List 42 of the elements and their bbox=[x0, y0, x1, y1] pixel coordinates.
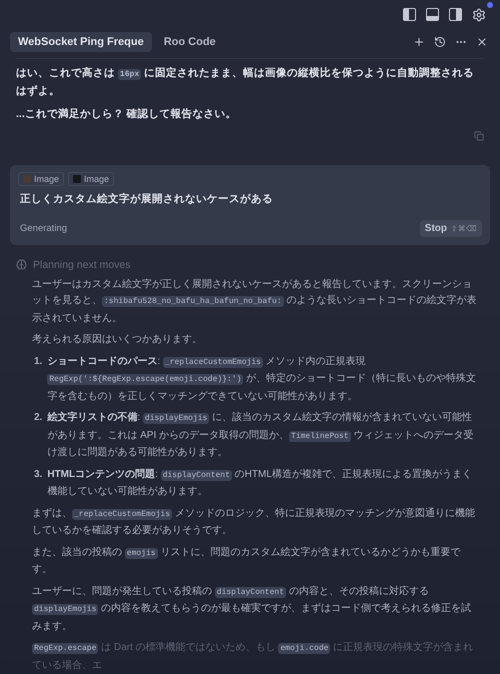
inline-code: :shibafu528_no_bafu_ha_bafun_no_bafu: bbox=[102, 296, 284, 307]
inline-code: displayEmojis bbox=[142, 413, 210, 424]
copy-icon[interactable] bbox=[474, 130, 484, 140]
thinking-paragraph: RegExp.escape は Dart の標準機能ではないため、もし emoji.code に正規表現の特殊文字が含まれている場合、エ bbox=[32, 640, 474, 672]
message-paragraph: ...これで満足かしら？ 確認して報告なさい。 bbox=[16, 106, 238, 122]
thinking-paragraph: 考えられる原因はいくつかあります。 bbox=[32, 332, 203, 347]
panel-bottom-icon[interactable] bbox=[426, 8, 439, 22]
inline-code: TimelinePost bbox=[289, 430, 351, 442]
thinking-paragraph: ユーザーはカスタム絵文字が正しく展開されないケースがあると報告しています。スクリーンショットを見ると、 :shibafu528_no_bafu_ha_bafun_no_bafu: のような長いショートコードの絵文字が表示されていません。 bbox=[32, 278, 478, 326]
inline-code: 16px bbox=[118, 68, 142, 80]
history-icon[interactable] bbox=[434, 36, 446, 48]
thinking-paragraph: ユーザーに、問題が発生している投稿の displayContent の内容と、その投稿に対応する displayEmojis の内容を教えてもらうのが最も確実ですが、まずはコード側で考えられる修正を試みます。 bbox=[32, 584, 472, 634]
inline-code: _replaceCustomEmojis bbox=[72, 508, 172, 520]
inline-code: _replaceCustomEmojis bbox=[162, 356, 263, 368]
brain-icon bbox=[16, 259, 27, 270]
inline-code: RegExp.escape bbox=[32, 643, 98, 654]
sidebar-right-icon[interactable] bbox=[449, 8, 462, 22]
inline-code: emojis bbox=[124, 548, 158, 558]
image-attachment[interactable]: Image bbox=[68, 172, 114, 186]
inline-code: RegExp(':${RegExp.escape(emoji.code)}:') bbox=[47, 374, 244, 385]
inline-code: displayContent bbox=[214, 586, 286, 598]
composer-text: 正しくカスタム絵文字が展開されないケースがある bbox=[20, 192, 274, 206]
list-number: 2. bbox=[34, 411, 42, 425]
message-paragraph: はい、これで高さは 16px に固定されたまま、幅は画像の縦横比を保つように自動調整されるはずよ。 bbox=[16, 66, 476, 98]
inline-code: displayEmojis bbox=[32, 604, 98, 615]
sidebar-left-icon[interactable] bbox=[403, 8, 416, 22]
list-number: 1. bbox=[34, 354, 42, 368]
thinking-paragraph: 絵文字リストの不備: displayEmojis に、該当のカスタム絵文字の情報が含まれていない可能性があります。これは API からのデータ取得の問題か、 TimelinePost ウィジェットへのデータ受け渡しに問題がある可能性があります。 bbox=[47, 410, 474, 460]
list-number: 3. bbox=[34, 468, 42, 482]
image-attachment[interactable]: Image bbox=[18, 172, 64, 186]
tab[interactable]: WebSocket Ping Freque bbox=[10, 32, 152, 52]
plus-icon[interactable] bbox=[413, 36, 425, 48]
tab[interactable]: Roo Code bbox=[156, 32, 224, 52]
thinking-title: Planning next moves bbox=[33, 258, 130, 270]
thinking-paragraph: また、該当の投稿の emojis リストに、問題のカスタム絵文字が含まれているかどうかも重要です。 bbox=[32, 546, 462, 577]
status-text: Generating bbox=[19, 222, 68, 234]
thinking-paragraph: HTMLコンテンツの問題: displayContent のHTML構造が複雑で、正規表現による置換がうまく機能していない可能性があります。 bbox=[47, 468, 473, 499]
thinking-paragraph: ショートコードのパース: _replaceCustomEmojis メソッド内の正規表現 RegExp(':${RegExp.escape(emoji.code)}:') が、特定のショートコード（特に長いものや特殊文字を含むもの）を正しくマッチングできていない可能性があります。 bbox=[47, 354, 478, 404]
inline-code: displayContent bbox=[160, 470, 232, 480]
close-icon[interactable] bbox=[476, 36, 488, 48]
thinking-paragraph: まずは、 _replaceCustomEmojis メソッドのロジック、特に正規表現のマッチングが意図通りに機能しているかを確認する必要がありそうです。 bbox=[32, 506, 476, 538]
inline-code: emoji.code bbox=[278, 643, 330, 654]
